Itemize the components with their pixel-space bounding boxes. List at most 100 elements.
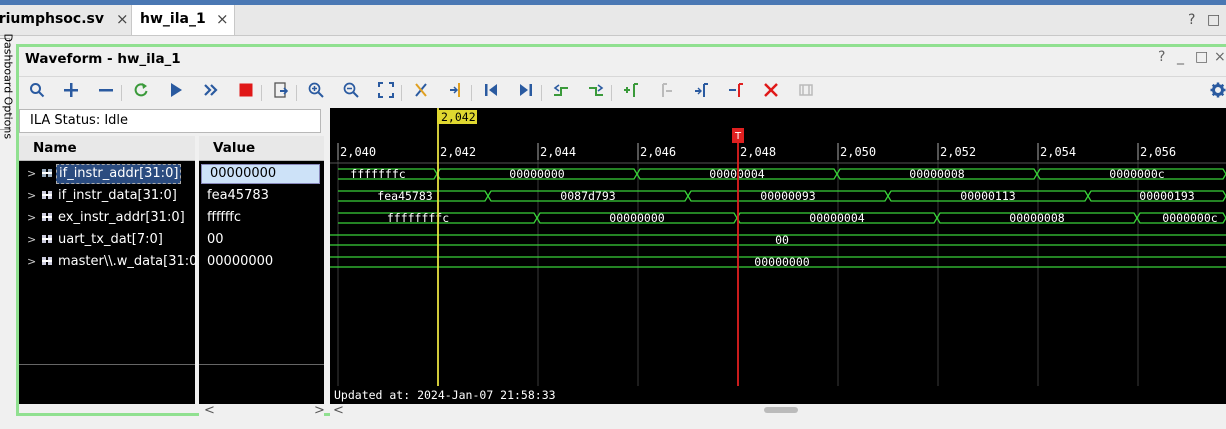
bus-value-label: 00000093 bbox=[760, 189, 815, 203]
cursor-cut-icon[interactable] bbox=[410, 82, 432, 104]
run-icon[interactable] bbox=[165, 82, 187, 104]
maximize-icon[interactable]: □ bbox=[1195, 49, 1208, 65]
help-icon[interactable]: ? bbox=[1188, 5, 1195, 35]
signal-row[interactable]: > uart_tx_dat[7:0] bbox=[19, 229, 195, 251]
bus-value-label: ffffffffc bbox=[387, 211, 449, 225]
signal-value: 00 bbox=[207, 232, 224, 247]
waveform-panel: Waveform - hw_ila_1 ? _ □ × ILA Status: … bbox=[16, 44, 1226, 417]
tab-label: hw_ila_1 bbox=[140, 11, 206, 27]
chevron-right-icon[interactable]: > bbox=[27, 185, 36, 207]
go-last-icon[interactable] bbox=[515, 82, 537, 104]
search-icon[interactable] bbox=[26, 82, 48, 104]
bus-value-label: 00000008 bbox=[1009, 211, 1064, 225]
signal-row[interactable]: > master\\.w_data[31:0] bbox=[19, 251, 203, 273]
signal-name-panel: Name > if_instr_addr[31:0] > if_instr_data[… bbox=[19, 136, 203, 404]
stop-icon[interactable] bbox=[235, 82, 257, 104]
bus-value-label: 00000004 bbox=[709, 167, 764, 181]
editor-tab-bar: triumphsoc.sv × hw_ila_1 × bbox=[0, 5, 1226, 36]
dashboard-options-tab[interactable]: Dashboard Options bbox=[0, 34, 15, 139]
tick-label: 2,044 bbox=[540, 145, 576, 159]
close-icon[interactable]: × bbox=[116, 5, 129, 33]
minimize-icon[interactable]: _ bbox=[1177, 49, 1184, 65]
next-marker-icon[interactable] bbox=[690, 82, 712, 104]
run-all-icon[interactable] bbox=[200, 82, 222, 104]
gear-icon[interactable] bbox=[1207, 82, 1226, 104]
signal-row[interactable]: > ex_instr_addr[31:0] bbox=[19, 207, 195, 229]
scroll-left-icon[interactable]: < bbox=[204, 404, 215, 417]
toolbar-separator bbox=[121, 85, 122, 101]
signal-name: master\\.w_data[31:0] bbox=[58, 254, 203, 269]
close-icon[interactable]: × bbox=[216, 5, 229, 33]
bus-value-label: 0000000c bbox=[1109, 167, 1164, 181]
scroll-thumb[interactable] bbox=[764, 407, 798, 413]
tab-triumphsoc[interactable]: triumphsoc.sv × bbox=[0, 5, 130, 34]
signal-name: ex_instr_addr[31:0] bbox=[58, 210, 185, 225]
bus-value-label: 00000004 bbox=[809, 211, 864, 225]
tick-label: 2,054 bbox=[1040, 145, 1076, 159]
toolbar-separator bbox=[611, 85, 612, 101]
bus-value-label: 00000000 bbox=[609, 211, 664, 225]
signal-row[interactable]: > if_instr_data[31:0] bbox=[19, 185, 195, 207]
tick-label: 2,056 bbox=[1140, 145, 1176, 159]
snap-icon[interactable] bbox=[795, 82, 817, 104]
toolbar-separator bbox=[471, 85, 472, 101]
signal-name: uart_tx_dat[7:0] bbox=[58, 232, 163, 247]
name-column-header[interactable]: Name bbox=[19, 136, 195, 161]
close-icon[interactable]: × bbox=[1214, 49, 1226, 65]
tick-label: 2,046 bbox=[640, 145, 676, 159]
signal-value: 00000000 bbox=[201, 164, 320, 184]
add-marker-icon[interactable] bbox=[620, 82, 642, 104]
chevron-right-icon[interactable]: > bbox=[27, 251, 36, 273]
zoom-out-icon[interactable] bbox=[340, 82, 362, 104]
waveform-hscrollbar[interactable]: < bbox=[330, 404, 1226, 417]
tab-hw-ila-1[interactable]: hw_ila_1 × bbox=[131, 5, 235, 35]
refresh-icon[interactable] bbox=[130, 82, 152, 104]
waveform-toolbar bbox=[19, 76, 1226, 109]
value-hscrollbar[interactable]: < > bbox=[199, 404, 325, 417]
scroll-right-icon[interactable]: > bbox=[314, 404, 325, 417]
bus-icon bbox=[42, 213, 52, 221]
signal-name: if_instr_data[31:0] bbox=[58, 188, 177, 203]
bus-icon bbox=[42, 191, 52, 199]
value-column-header[interactable]: Value bbox=[199, 136, 324, 161]
name-panel-divider bbox=[19, 364, 195, 365]
signal-name: if_instr_addr[31:0] bbox=[56, 164, 182, 184]
chevron-right-icon[interactable]: > bbox=[27, 229, 36, 251]
zoom-in-icon[interactable] bbox=[305, 82, 327, 104]
bus-value-label: fea45783 bbox=[377, 189, 432, 203]
bus-value-label: 0087d793 bbox=[560, 189, 615, 203]
zoom-fit-icon[interactable] bbox=[375, 82, 397, 104]
cursor-label: 2,042 bbox=[441, 110, 476, 124]
signal-value: 00000000 bbox=[207, 254, 274, 269]
bus-value-label: fffffffc bbox=[350, 167, 405, 181]
export-icon[interactable] bbox=[270, 82, 292, 104]
bus-value-label: 00000000 bbox=[509, 167, 564, 181]
delete-marker-icon[interactable] bbox=[760, 82, 782, 104]
waveform-canvas[interactable]: 2,040 2,042 2,044 2,046 2,048 2,050 2,052 2,054… bbox=[330, 108, 1226, 404]
bus-value-label: 00000000 bbox=[754, 255, 809, 269]
prev-marker-icon[interactable] bbox=[655, 82, 677, 104]
signal-row[interactable]: > if_instr_addr[31:0] bbox=[19, 163, 195, 185]
signal-value: ffffffc bbox=[207, 210, 242, 225]
bus-value-label: 00000008 bbox=[909, 167, 964, 181]
chevron-right-icon[interactable]: > bbox=[27, 163, 36, 185]
marker-add-icon[interactable] bbox=[445, 82, 467, 104]
help-icon[interactable]: ? bbox=[1158, 49, 1165, 65]
go-first-icon[interactable] bbox=[480, 82, 502, 104]
scroll-left-icon[interactable]: < bbox=[333, 404, 344, 417]
bus-icon bbox=[42, 257, 52, 265]
toolbar-separator bbox=[261, 85, 262, 101]
prev-transition-icon[interactable] bbox=[550, 82, 572, 104]
bus-icon bbox=[42, 169, 52, 177]
tick-label: 2,050 bbox=[840, 145, 876, 159]
tick-label: 2,042 bbox=[440, 145, 476, 159]
next-transition-icon[interactable] bbox=[585, 82, 607, 104]
toolbar-separator bbox=[296, 85, 297, 101]
remove-icon[interactable] bbox=[95, 82, 117, 104]
add-icon[interactable] bbox=[60, 82, 82, 104]
marker-goto-icon[interactable] bbox=[725, 82, 747, 104]
chevron-right-icon[interactable]: > bbox=[27, 207, 36, 229]
maximize-icon[interactable]: □ bbox=[1207, 5, 1220, 35]
bus-value-label: 00000193 bbox=[1139, 189, 1194, 203]
bus-value-label: 00000113 bbox=[960, 189, 1015, 203]
